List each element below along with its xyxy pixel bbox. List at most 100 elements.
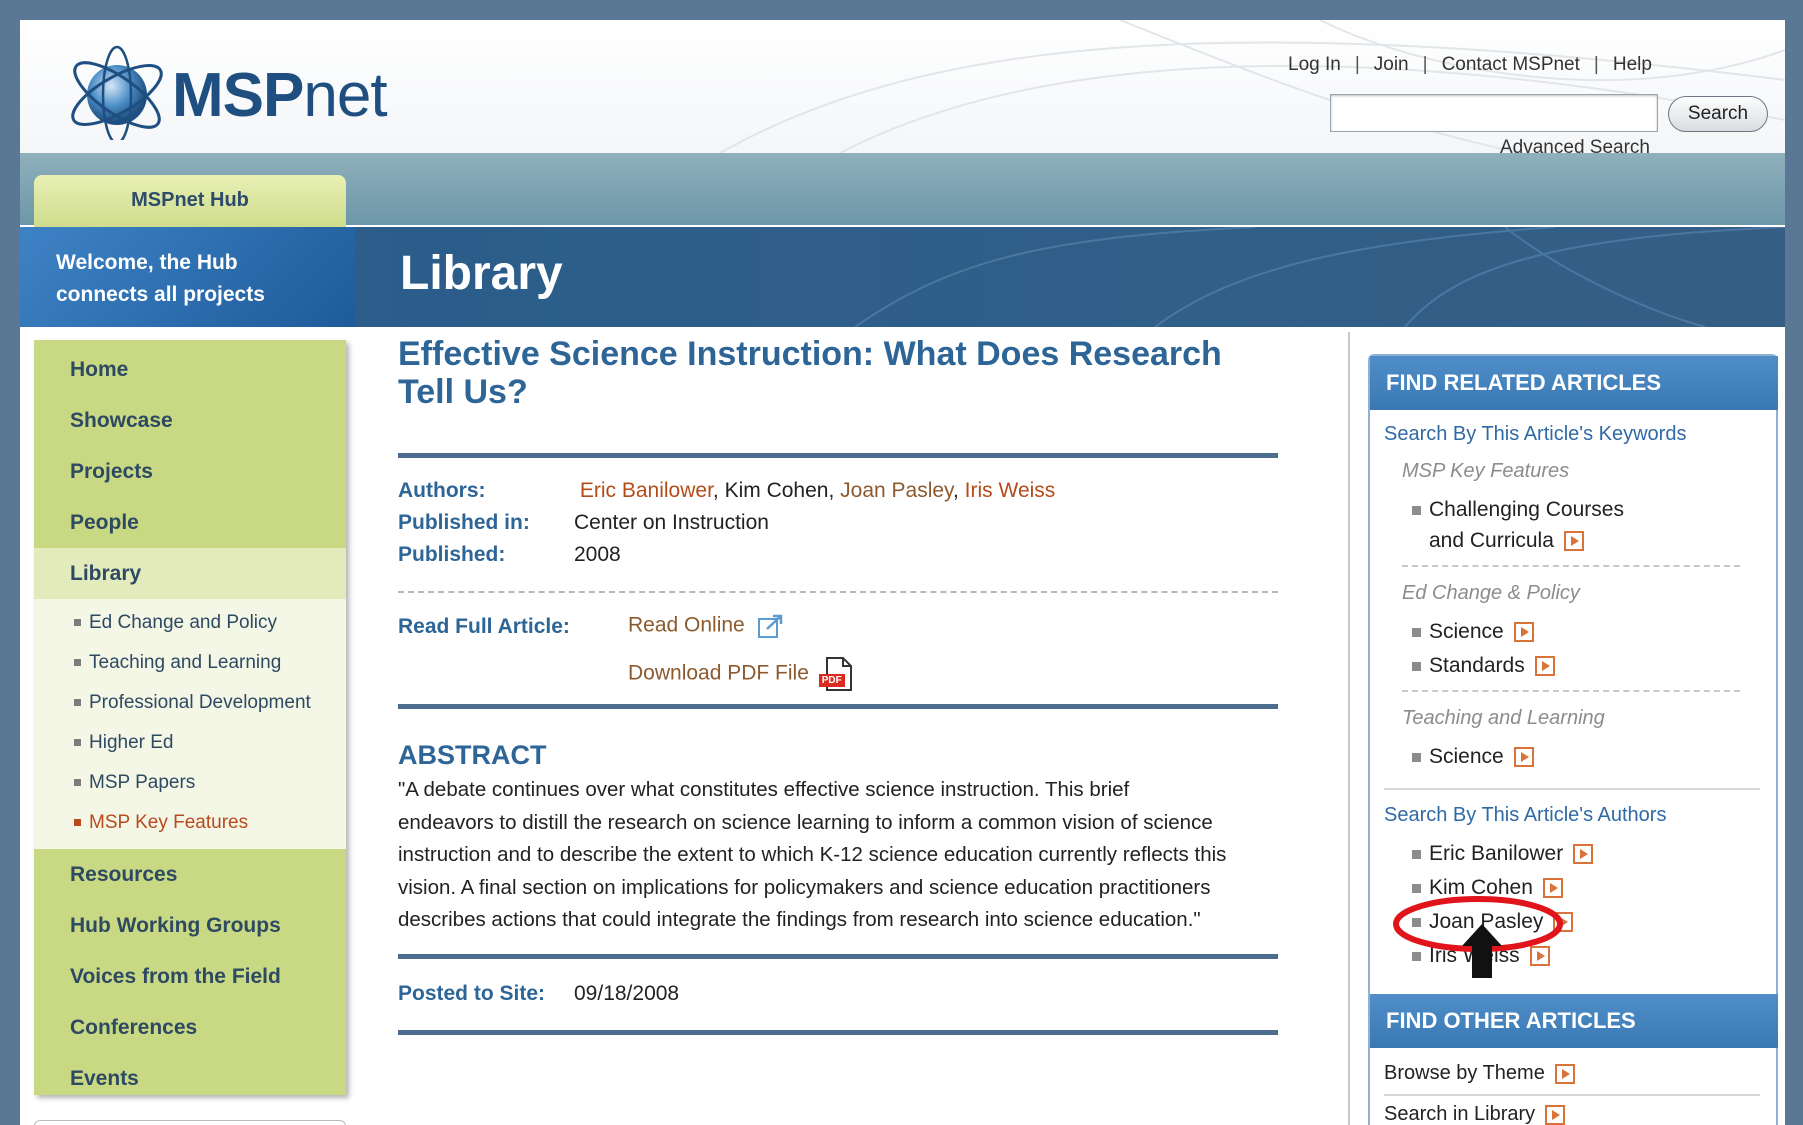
author-link-weiss[interactable]: Iris Weiss — [965, 479, 1056, 502]
site-logo-text[interactable]: MSPnet — [172, 60, 388, 131]
bullet-icon — [74, 779, 81, 787]
nav-item-projects[interactable]: Projects — [34, 446, 346, 497]
play-arrow-icon[interactable] — [1513, 747, 1534, 768]
welcome-line-1: Welcome, the Hub — [56, 251, 238, 274]
nav-item-conferences[interactable]: Conferences — [34, 1002, 346, 1053]
bullet-icon — [1412, 627, 1421, 637]
download-pdf-link[interactable]: Download PDF File PDF — [628, 656, 853, 692]
keyword-label: Science — [1429, 745, 1504, 768]
keyword-label: Science — [1429, 620, 1504, 643]
logo-bold: MSP — [172, 61, 304, 130]
help-link[interactable]: Help — [1613, 54, 1652, 75]
left-lower-box — [34, 1120, 346, 1125]
nav-item-hub-working-groups[interactable]: Hub Working Groups — [34, 900, 346, 951]
dashed-divider — [1402, 690, 1740, 692]
keyword-science[interactable]: Science — [1412, 745, 1534, 769]
subnav-item[interactable]: Professional Development — [34, 683, 346, 723]
keyword-science[interactable]: Science — [1412, 620, 1534, 644]
bullet-icon — [74, 739, 81, 747]
divider — [398, 453, 1278, 458]
separator: | — [1593, 54, 1599, 75]
bullet-icon — [1412, 505, 1421, 515]
search-in-library-link[interactable]: Search in Library — [1384, 1103, 1566, 1125]
subnav-item-active[interactable]: MSP Key Features — [34, 803, 346, 843]
nav-item-voices-from-the-field[interactable]: Voices from the Field — [34, 951, 346, 1002]
abstract-line: instruction and to describe the extent t… — [398, 843, 1227, 866]
subnav-item[interactable]: Teaching and Learning — [34, 643, 346, 683]
published-row: Published: 2008 — [398, 539, 1055, 571]
external-link-icon — [757, 614, 782, 638]
nav-item-events[interactable]: Events — [34, 1053, 346, 1104]
bullet-icon — [1412, 849, 1421, 859]
subnav-item-label: Higher Ed — [89, 732, 174, 753]
abstract-heading: ABSTRACT — [398, 740, 547, 770]
welcome-line-2: connects all projects — [56, 283, 265, 306]
contact-link[interactable]: Contact MSPnet — [1442, 54, 1580, 75]
keyword-standards[interactable]: Standards — [1412, 654, 1555, 678]
play-arrow-icon[interactable] — [1545, 1104, 1566, 1125]
article-title: Effective Science Instruction: What Does… — [398, 335, 1298, 411]
author-link-banilower[interactable]: Eric Banilower — [580, 479, 713, 502]
logo-light: net — [303, 61, 387, 130]
authors-label: Authors: — [398, 479, 486, 502]
pdf-badge-text: PDF — [821, 675, 842, 686]
published-label: Published: — [398, 543, 506, 566]
browse-by-theme-link[interactable]: Browse by Theme — [1384, 1062, 1575, 1085]
read-full-article-label: Read Full Article: — [398, 615, 570, 638]
keyword-label: Challenging Courses — [1429, 498, 1624, 521]
nav-item-showcase[interactable]: Showcase — [34, 395, 346, 446]
tab-mspnet-hub[interactable]: MSPnet Hub — [34, 175, 346, 227]
download-pdf-label: Download PDF File — [628, 661, 809, 685]
category-msp-key-features: MSP Key Features — [1402, 460, 1570, 482]
divider — [1384, 788, 1760, 790]
play-arrow-icon[interactable] — [1554, 1063, 1575, 1084]
abstract-line: describes actions that could integrate t… — [398, 908, 1201, 931]
posted-date: 09/18/2008 — [574, 982, 680, 1005]
subnav-item[interactable]: MSP Papers — [34, 763, 346, 803]
bullet-icon — [74, 699, 81, 707]
keyword-challenging-courses-cont[interactable]: and Curricula — [1429, 529, 1584, 553]
search-by-keywords-link[interactable]: Search By This Article's Keywords — [1384, 423, 1686, 446]
subnav-item[interactable]: Higher Ed — [34, 723, 346, 763]
abstract-line: vision. A final section on implications … — [398, 875, 1211, 899]
nav-item-home[interactable]: Home — [34, 344, 346, 395]
dashed-divider — [398, 591, 1278, 593]
article-title-line-2: Tell Us? — [398, 373, 528, 411]
category-teaching-learning: Teaching and Learning — [1402, 707, 1605, 729]
author-link-pasley[interactable]: Joan Pasley — [840, 479, 953, 502]
read-online-link[interactable]: Read Online — [628, 613, 785, 639]
divider — [1384, 1094, 1760, 1096]
join-link[interactable]: Join — [1374, 54, 1409, 75]
welcome-panel: Welcome, the Hub connects all projects — [20, 227, 355, 327]
keyword-challenging-courses[interactable]: Challenging Courses — [1412, 498, 1624, 522]
login-link[interactable]: Log In — [1288, 54, 1341, 75]
author-separator: , — [712, 479, 725, 502]
search-by-authors-link[interactable]: Search By This Article's Authors — [1384, 804, 1666, 827]
abstract-line: "A debate continues over what constitute… — [398, 778, 1130, 801]
search-button[interactable]: Search — [1668, 96, 1768, 132]
search-input[interactable] — [1330, 94, 1658, 132]
play-arrow-icon[interactable] — [1513, 622, 1534, 643]
library-subnav: Ed Change and Policy Teaching and Learni… — [34, 599, 346, 849]
article-content: Effective Science Instruction: What Does… — [398, 335, 1298, 411]
author-label: Eric Banilower — [1429, 842, 1564, 865]
play-arrow-icon[interactable] — [1563, 531, 1584, 552]
bullet-icon — [74, 819, 81, 827]
category-ed-change-policy: Ed Change & Policy — [1402, 582, 1580, 604]
subnav-item[interactable]: Ed Change and Policy — [34, 603, 346, 643]
dashed-divider — [1402, 565, 1740, 567]
keyword-label: Standards — [1429, 654, 1525, 677]
search-in-library-label: Search in Library — [1384, 1103, 1536, 1125]
find-other-heading: FIND OTHER ARTICLES — [1370, 994, 1778, 1048]
play-arrow-icon[interactable] — [1573, 844, 1594, 865]
author-eric-banilower[interactable]: Eric Banilower — [1412, 842, 1594, 866]
bullet-icon — [74, 619, 81, 627]
author-separator: , — [828, 479, 841, 502]
bullet-icon — [1412, 661, 1421, 671]
banner-decorative-lines — [854, 227, 1785, 327]
nav-item-people[interactable]: People — [34, 497, 346, 548]
play-arrow-icon[interactable] — [1534, 656, 1555, 677]
article-title-line-1: Effective Science Instruction: What Does… — [398, 335, 1222, 373]
nav-item-resources[interactable]: Resources — [34, 849, 346, 900]
nav-item-library[interactable]: Library — [34, 548, 346, 599]
